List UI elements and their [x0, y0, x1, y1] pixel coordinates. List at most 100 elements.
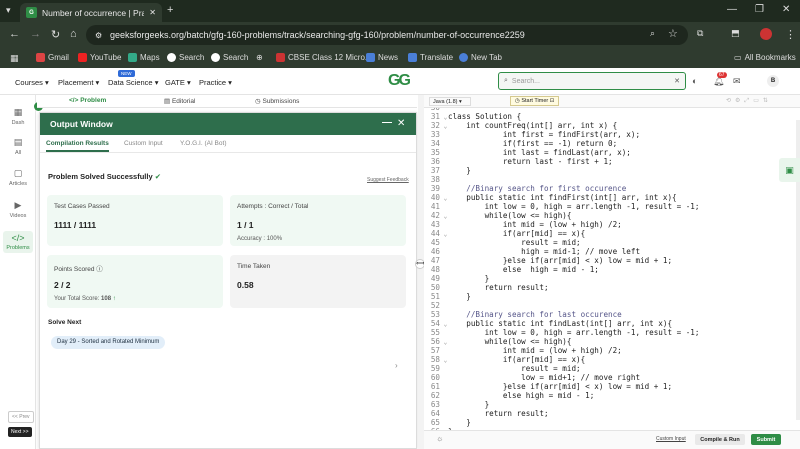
minimize-panel-icon[interactable]: —: [382, 117, 392, 128]
chevron-right-icon[interactable]: ›: [395, 361, 398, 370]
line-number: 63: [430, 400, 440, 409]
bookmark-star-icon[interactable]: ☆: [668, 27, 678, 40]
editor-tool-icons[interactable]: ⟲⚙⤢▭⇅: [726, 97, 772, 105]
chrome-menu-icon[interactable]: ⋮: [785, 28, 796, 41]
bookmark-search-2[interactable]: Search: [211, 53, 248, 62]
globe-icon[interactable]: ⊕: [256, 53, 263, 62]
gfg-logo[interactable]: GG: [388, 72, 411, 90]
prev-button[interactable]: << Prev: [8, 411, 34, 423]
browser-tab[interactable]: G Number of occurrence | Practic ✕: [20, 3, 162, 22]
points-value: 2 / 2: [54, 280, 71, 290]
nav-videos[interactable]: ▶ Videos: [3, 200, 33, 219]
tab-editorial[interactable]: ▤ Editorial: [164, 97, 195, 105]
bookmark-translate[interactable]: Translate: [408, 53, 453, 62]
url-input[interactable]: ⚙ geeksforgeeks.org/batch/gfg-160-proble…: [86, 25, 688, 45]
nav-dash[interactable]: ▦ Dash: [3, 107, 33, 126]
bookmark-maps[interactable]: Maps: [128, 53, 160, 62]
line-number: 38: [430, 175, 440, 184]
tab-compilation-results[interactable]: Compilation Results: [46, 140, 109, 152]
gfg-favicon-icon: G: [26, 7, 37, 18]
code-text: int last = findLast(arr, x);: [448, 148, 631, 157]
code-text: else high = mid - 1;: [448, 265, 599, 274]
line-number: 58: [430, 355, 440, 364]
chat-side-icon[interactable]: ▣: [779, 158, 800, 182]
bookmark-youtube[interactable]: YouTube: [78, 53, 121, 62]
menu-data-science[interactable]: Data Science ▾: [108, 78, 158, 87]
code-text: else high = mid - 1;: [448, 391, 595, 400]
bookmark-new-tab[interactable]: New Tab: [459, 53, 502, 62]
nav-problems[interactable]: </> Problems: [3, 231, 33, 253]
language-select[interactable]: Java (1.8) ▾: [429, 97, 471, 106]
bookmark-search-1[interactable]: Search: [167, 53, 204, 62]
time-card: Time Taken 0.58: [230, 255, 406, 308]
site-search-input[interactable]: ⌕ Search... ✕: [498, 72, 686, 90]
next-button[interactable]: Next >>: [8, 427, 32, 437]
code-text: }else if(arr[mid] < x) low = mid + 1;: [448, 382, 673, 391]
restore-icon[interactable]: ❐: [755, 4, 764, 15]
clear-search-icon[interactable]: ✕: [674, 77, 680, 85]
nav-articles[interactable]: ▢ Articles: [3, 168, 33, 187]
minimize-icon[interactable]: —: [727, 4, 737, 15]
zoom-icon[interactable]: ⌕: [650, 28, 655, 39]
line-number: 35: [430, 148, 440, 157]
tab-yogi-bot[interactable]: Y.O.G.I. (AI Bot): [180, 140, 226, 147]
new-tab-icon[interactable]: +: [167, 4, 173, 16]
code-line: 37 }: [424, 166, 796, 175]
profile-avatar[interactable]: [760, 28, 772, 40]
all-bookmarks[interactable]: ▭ All Bookmarks: [734, 53, 796, 62]
custom-input-link[interactable]: Custom Input: [656, 436, 686, 442]
nav-all[interactable]: ▤ All: [3, 137, 33, 156]
code-text: }: [448, 400, 490, 409]
code-editor[interactable]: 3031 ⌄class Solution {32 ⌄ int countFreq…: [424, 108, 800, 430]
start-timer-button[interactable]: ◷ Start Timer ⊡: [510, 96, 560, 106]
user-avatar[interactable]: B: [767, 75, 779, 87]
submit-button[interactable]: Submit: [751, 434, 781, 445]
forward-icon[interactable]: →: [30, 28, 41, 40]
extensions-icon[interactable]: ⧉: [697, 28, 703, 39]
code-line: 61 }else if(arr[mid] < x) low = mid + 1;: [424, 382, 796, 391]
tab-submissions[interactable]: ◷ Submissions: [255, 97, 299, 105]
close-panel-icon[interactable]: ✕: [397, 118, 405, 129]
menu-courses[interactable]: Courses ▾: [15, 78, 49, 87]
menu-gate[interactable]: GATE ▾: [165, 78, 191, 87]
bookmark-news[interactable]: News: [366, 53, 398, 62]
dashboard-icon: ▦: [13, 107, 23, 117]
next-problem-chip[interactable]: Day 29 - Sorted and Rotated Minimum: [51, 336, 166, 349]
tab-search-icon[interactable]: ▾: [6, 5, 11, 16]
suggest-feedback-link[interactable]: Suggest Feedback: [367, 177, 409, 183]
info-icon[interactable]: ⓘ: [96, 266, 103, 273]
line-number: 50: [430, 283, 440, 292]
apps-grid-icon[interactable]: ▦: [10, 53, 19, 64]
dark-mode-icon[interactable]: ◐: [692, 76, 697, 86]
menu-practice[interactable]: Practice ▾: [199, 78, 232, 87]
article-icon: ▢: [13, 168, 23, 178]
line-number: 61: [430, 382, 440, 391]
reload-icon[interactable]: ↻: [51, 28, 60, 41]
code-line: 46 high = mid-1; // move left: [424, 247, 796, 256]
close-window-icon[interactable]: ✕: [782, 4, 790, 15]
back-icon[interactable]: ←: [9, 28, 20, 40]
code-line: 36 return last - first + 1;: [424, 157, 796, 166]
accuracy-value: 100%: [266, 236, 283, 242]
code-line: 32 ⌄ int countFreq(int[] arr, int x) {: [424, 121, 796, 130]
attempts-value: 1 / 1: [237, 220, 254, 230]
bookmark-cbse[interactable]: CBSE Class 12 Micro...: [276, 53, 372, 62]
download-icon[interactable]: ⬒: [731, 28, 740, 39]
code-text: return last - first + 1;: [448, 157, 613, 166]
menu-placement[interactable]: Placement ▾: [58, 78, 99, 87]
site-info-icon[interactable]: ⚙: [95, 31, 102, 40]
line-number: 48: [430, 265, 440, 274]
total-score-value: 108: [101, 296, 112, 302]
address-bar-row: ← → ↻ ⌂ ⚙ geeksforgeeks.org/batch/gfg-16…: [0, 22, 800, 48]
bookmark-gmail[interactable]: Gmail: [36, 53, 69, 62]
close-tab-icon[interactable]: ✕: [149, 8, 156, 17]
code-text: while(low <= high){: [448, 211, 572, 220]
chat-icon[interactable]: ✉: [733, 76, 741, 87]
line-number: 57: [430, 346, 440, 355]
home-icon[interactable]: ⌂: [70, 28, 77, 40]
tab-problem[interactable]: </> Problem: [69, 97, 106, 104]
theme-sun-icon[interactable]: ☼: [436, 434, 443, 443]
tab-custom-input[interactable]: Custom Input: [124, 140, 163, 147]
check-circle-icon: ✔: [154, 172, 162, 181]
compile-run-button[interactable]: Compile & Run: [695, 434, 745, 445]
